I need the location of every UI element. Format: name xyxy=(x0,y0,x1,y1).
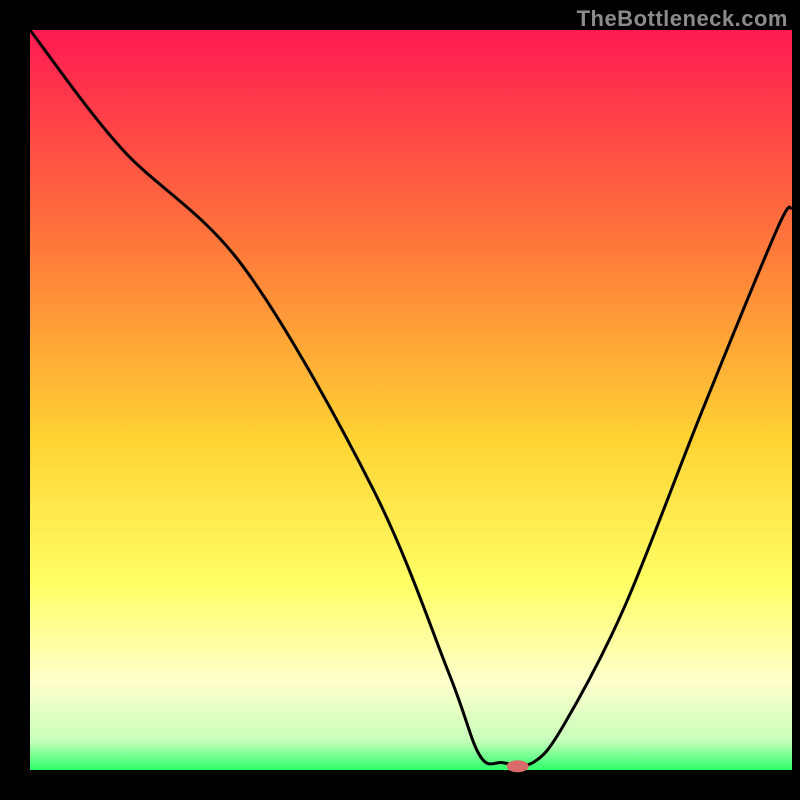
optimal-point-marker xyxy=(507,760,529,772)
chart-svg xyxy=(0,0,800,800)
watermark-text: TheBottleneck.com xyxy=(577,6,788,32)
bottleneck-chart: TheBottleneck.com xyxy=(0,0,800,800)
plot-background xyxy=(30,30,792,770)
